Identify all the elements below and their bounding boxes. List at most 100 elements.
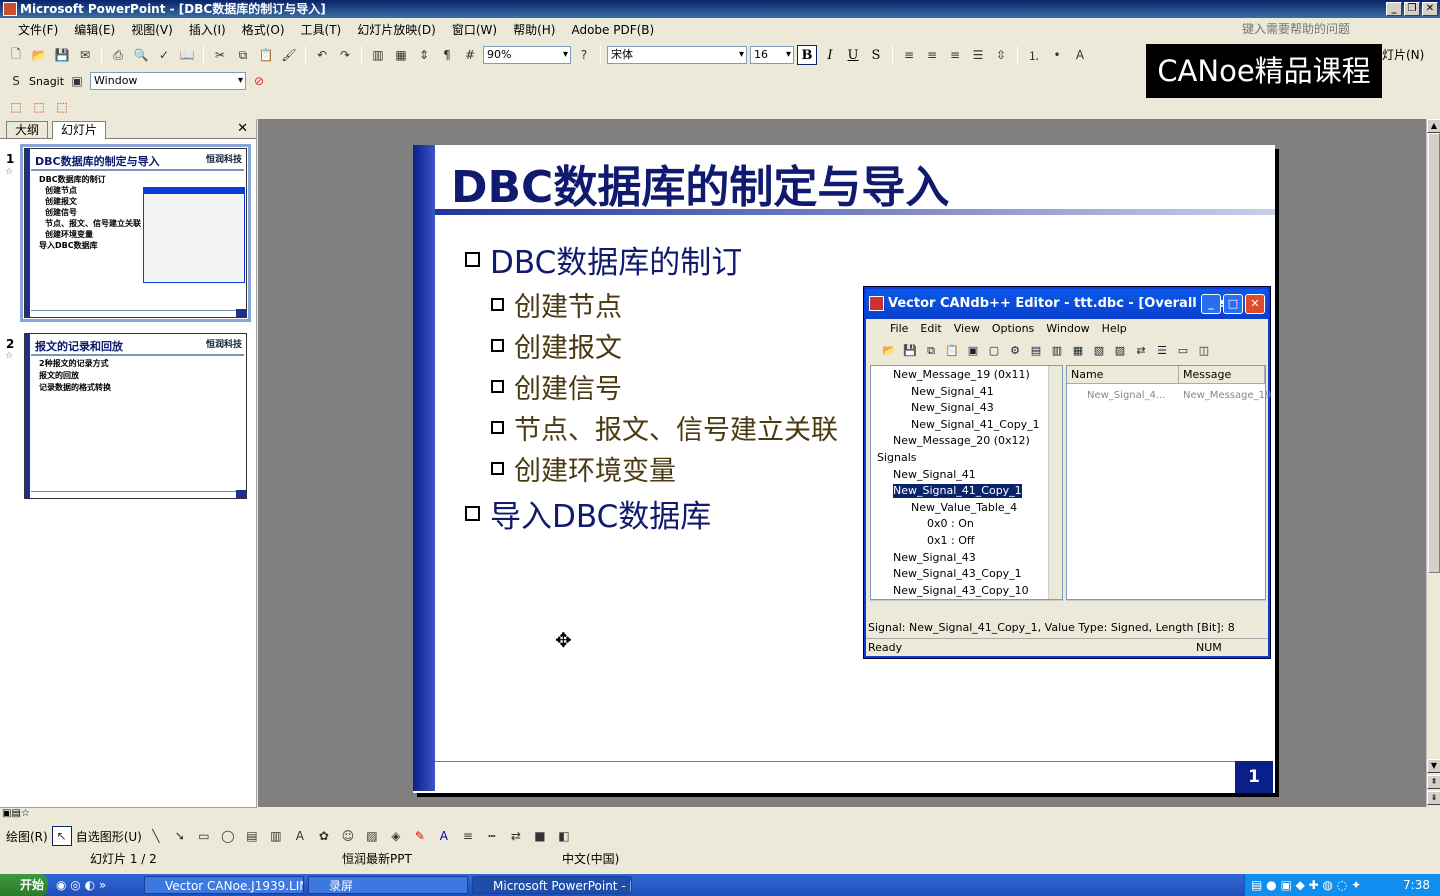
- menu-format[interactable]: 格式(O): [234, 19, 293, 41]
- tree-signal[interactable]: New_Signal_41_Copy_1: [911, 418, 1040, 432]
- tree-signal[interactable]: New_Signal_43: [893, 551, 976, 565]
- list-hscrollbar[interactable]: [1066, 600, 1266, 616]
- line-color-icon[interactable]: ✎: [410, 826, 430, 846]
- autoshapes-menu[interactable]: 自选图形(U): [76, 828, 142, 845]
- underline-button[interactable]: U: [843, 45, 863, 65]
- line-spacing-icon[interactable]: ⇳: [991, 45, 1011, 65]
- tab-slides[interactable]: 幻灯片: [52, 121, 107, 139]
- new-icon[interactable]: 🗋: [6, 45, 26, 65]
- tree-icon[interactable]: ☰: [1153, 342, 1171, 360]
- wordart-icon[interactable]: A: [290, 826, 310, 846]
- tree-signal[interactable]: New_Signal_43: [911, 401, 994, 415]
- shadow-button[interactable]: S: [866, 45, 886, 65]
- distribute-icon[interactable]: ☰: [968, 45, 988, 65]
- permission-icon[interactable]: ✉: [75, 45, 95, 65]
- clock[interactable]: 7:38: [1403, 874, 1430, 896]
- tree-message[interactable]: New_Message_20 (0x12): [893, 434, 1030, 448]
- slide-bullet-l1[interactable]: 导入DBC数据库: [465, 491, 711, 536]
- research-icon[interactable]: 📖: [177, 45, 197, 65]
- view-icon[interactable]: ▤: [1027, 342, 1045, 360]
- slide-bullet-l2[interactable]: 节点、报文、信号建立关联: [491, 408, 838, 447]
- snagit-icon[interactable]: S: [6, 71, 26, 91]
- tree-signal[interactable]: New_Signal_41: [911, 385, 994, 399]
- menu-help[interactable]: 帮助(H): [505, 19, 563, 41]
- print-preview-icon[interactable]: 🔍: [131, 45, 151, 65]
- bold-button[interactable]: B: [797, 45, 817, 65]
- candb-editor-window[interactable]: Vector CANdb++ Editor - ttt.dbc - [Overa…: [864, 287, 1271, 658]
- slide-bullet-l2[interactable]: 创建信号: [491, 367, 622, 406]
- view-icon[interactable]: ▧: [1090, 342, 1108, 360]
- font-color-icon[interactable]: A: [434, 826, 454, 846]
- candb-menu-window[interactable]: Window: [1046, 322, 1089, 335]
- copy-icon[interactable]: ⧉: [922, 342, 940, 360]
- format-painter-icon[interactable]: 🖌: [279, 45, 299, 65]
- pdf-convert-icon[interactable]: ⬚: [6, 97, 26, 117]
- horizontal-scrollbar[interactable]: [258, 807, 1426, 823]
- show-formatting-icon[interactable]: ¶: [437, 45, 457, 65]
- tree-signal[interactable]: New_Signal_43_Copy_1: [893, 567, 1022, 581]
- tray-icons[interactable]: ▤ ● ▣ ◆ ✚ ◍ ◌ ✦: [1251, 874, 1361, 896]
- minimize-button[interactable]: _: [1386, 2, 1402, 16]
- menu-view[interactable]: 视图(V): [123, 19, 181, 41]
- slide-bullet-l2[interactable]: 创建报文: [491, 326, 622, 365]
- paste-icon[interactable]: 📋: [943, 342, 961, 360]
- slide-bullet-l2[interactable]: 创建节点: [491, 285, 622, 324]
- powerpoint-app-icon[interactable]: [3, 2, 17, 16]
- spelling-icon[interactable]: ✓: [154, 45, 174, 65]
- save-icon[interactable]: 💾: [52, 45, 72, 65]
- list-cell-message[interactable]: New_Message_19: [1183, 390, 1271, 401]
- candb-maximize-button[interactable]: □: [1223, 294, 1243, 314]
- candb-close-button[interactable]: ✕: [1245, 294, 1265, 314]
- select-pointer-icon[interactable]: ↖: [51, 826, 72, 846]
- undo-icon[interactable]: ↶: [312, 45, 332, 65]
- delete-icon[interactable]: ▢: [985, 342, 1003, 360]
- view-icon[interactable]: ▦: [1069, 342, 1087, 360]
- tree-value[interactable]: 0x0 : On: [927, 517, 974, 531]
- task-powerpoint[interactable]: Microsoft PowerPoint - [...: [472, 876, 632, 894]
- task-canoe[interactable]: Vector CANoe.J1939.LIN...: [144, 876, 304, 894]
- column-message[interactable]: Message: [1179, 366, 1265, 384]
- help-search-input[interactable]: 键入需要帮助的问题: [1242, 21, 1422, 38]
- snagit-capture-icon[interactable]: ▣: [67, 71, 87, 91]
- candb-menu-view[interactable]: View: [954, 322, 980, 335]
- align-left-icon[interactable]: ≡: [899, 45, 919, 65]
- zoom-select[interactable]: 90%: [483, 46, 571, 64]
- diagram-icon[interactable]: ✿: [314, 826, 334, 846]
- snagit-label[interactable]: Snagit: [29, 75, 64, 88]
- tree-signal-selected[interactable]: New_Signal_41_Copy_1: [892, 483, 1023, 499]
- menu-file[interactable]: 文件(F): [10, 19, 66, 41]
- tree-signal[interactable]: New_Signal_43_Copy_10: [893, 584, 1029, 598]
- tree-message[interactable]: New_Message_19 (0x11): [893, 368, 1030, 382]
- paste-icon[interactable]: 📋: [256, 45, 276, 65]
- vertical-textbox-icon[interactable]: ▥: [266, 826, 286, 846]
- rectangle-icon[interactable]: ▭: [194, 826, 214, 846]
- capture-mode-select[interactable]: Window: [90, 72, 247, 90]
- list-cell-name[interactable]: New_Signal_4...: [1087, 390, 1165, 401]
- open-icon[interactable]: 📂: [29, 45, 49, 65]
- candb-minimize-button[interactable]: _: [1201, 294, 1221, 314]
- menu-insert[interactable]: 插入(I): [181, 19, 234, 41]
- open-icon[interactable]: 📂: [880, 342, 898, 360]
- copy-icon[interactable]: ⧉: [233, 45, 253, 65]
- view-icon[interactable]: ▥: [1048, 342, 1066, 360]
- font-select[interactable]: 宋体: [607, 46, 747, 64]
- start-button[interactable]: 开始: [0, 874, 48, 896]
- candb-tree-view[interactable]: New_Message_19 (0x11) New_Signal_41 New_…: [870, 365, 1063, 600]
- close-panel-icon[interactable]: ✕: [237, 121, 248, 136]
- dec-hex-icon[interactable]: ⇄: [1132, 342, 1150, 360]
- menu-adobe-pdf[interactable]: Adobe PDF(B): [563, 19, 662, 41]
- pdf-email-icon[interactable]: ⬚: [29, 97, 49, 117]
- slide-bullet-l2[interactable]: 创建环境变量: [491, 449, 676, 488]
- restore-button[interactable]: ❐: [1404, 2, 1420, 16]
- font-size-select[interactable]: 16: [750, 46, 794, 64]
- slide-title[interactable]: DBC数据库的制定与导入: [451, 151, 949, 215]
- menu-edit[interactable]: 编辑(E): [66, 19, 123, 41]
- cut-icon[interactable]: ✂: [210, 45, 230, 65]
- candb-menu-help[interactable]: Help: [1102, 322, 1127, 335]
- capture-button-icon[interactable]: ⊘: [249, 71, 269, 91]
- tree-value[interactable]: 0x1 : Off: [927, 534, 974, 548]
- arrow-icon[interactable]: ➘: [170, 826, 190, 846]
- align-right-icon[interactable]: ≡: [945, 45, 965, 65]
- tree-signal[interactable]: New_Signal_41: [893, 468, 976, 482]
- column-name[interactable]: Name: [1067, 366, 1179, 384]
